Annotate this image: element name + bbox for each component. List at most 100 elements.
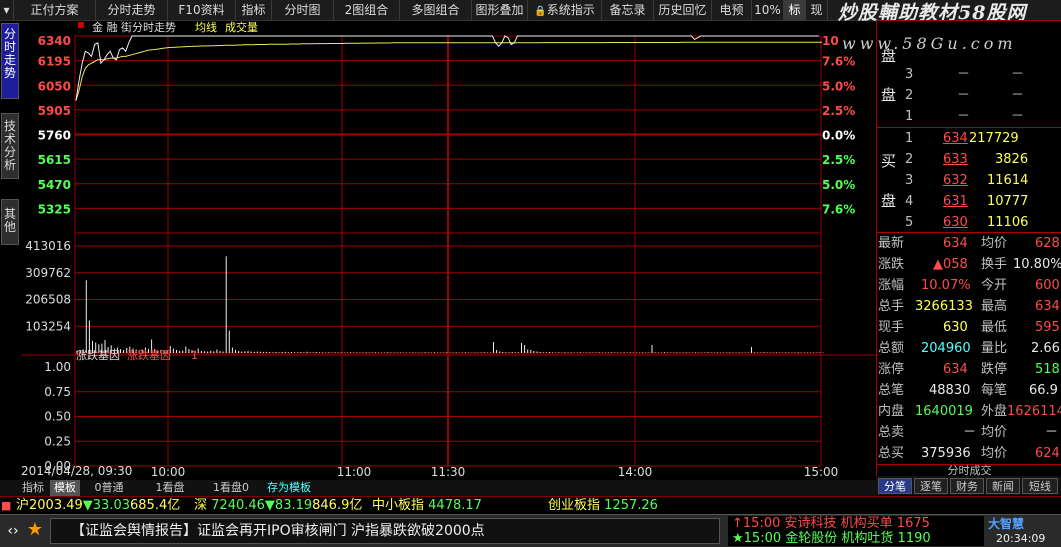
toolbar-button-system[interactable]: 🔒系统指示: [528, 0, 602, 21]
sell-row: 1 －－: [905, 109, 1025, 124]
menu-arrow-icon[interactable]: ▾: [0, 0, 14, 21]
tab-template[interactable]: 模板: [50, 480, 80, 496]
stat-row: 总卖－均价－: [878, 425, 1059, 440]
time-tick: 11:30: [431, 465, 466, 479]
alert-box[interactable]: ↑15:00 安诗科技 机构买单 1675 ★15:00 金轮股份 机构吐货 1…: [728, 516, 984, 546]
toolbar-button-alert[interactable]: 电预: [712, 0, 752, 21]
toolbar-button-indicator[interactable]: 指标: [236, 0, 272, 21]
indicator-name: 涨跌基因: [76, 348, 120, 362]
tab-news[interactable]: 新闻: [986, 478, 1020, 494]
time-tick: 10:00: [151, 465, 186, 479]
buy-row: 2 633 3826: [905, 152, 1029, 167]
indicator-tick: 0.75: [44, 385, 71, 399]
toolbar-button-mark[interactable]: 标: [784, 0, 806, 21]
tab-normal[interactable]: 0普通: [88, 480, 130, 496]
gem-index[interactable]: 创业板指 1257.26: [548, 498, 658, 514]
toolbar-button-memo[interactable]: 备忘录: [602, 0, 654, 21]
buy-row: 5 630 11106: [905, 215, 1029, 230]
indicator-tick: 0.25: [44, 434, 71, 448]
chart-axes: 6340 10 6195 7.6% 6050 5.0% 5905 2.5% 5760 0.0% 56…: [25, 34, 855, 479]
toolbar-button-ratio[interactable]: 10%: [752, 0, 784, 21]
tab-ticks[interactable]: 分笔: [878, 478, 912, 494]
tab-save-template[interactable]: 存为模板: [262, 480, 316, 496]
pct-tick: 7.6%: [822, 202, 855, 216]
quote-panel: 盘 3 －－ 2 －－ 1 －－ 盘 买 盘 1 634 217729 2 633 3826 …: [876, 20, 1061, 477]
volume-tick: 103254: [25, 319, 71, 333]
stat-row: 总笔 48830 每笔 66.9: [878, 383, 1058, 398]
time-tick: 14:00: [618, 465, 653, 479]
toolbar-button-now[interactable]: 现: [806, 0, 828, 21]
tab-trades[interactable]: 逐笔: [914, 478, 948, 494]
news-bar: ‹› ★ 【证监会舆情报告】证监会再开IPO审核闸门 沪指暴跌欲破2000点 ↑…: [0, 514, 1061, 547]
tab-indicator[interactable]: 指标: [18, 480, 48, 496]
volume-bars: [76, 256, 824, 353]
template-tabs: 指标 模板 0普通 1看盘 1看盘0 存为模板: [0, 480, 876, 496]
pct-tick: 2.5%: [822, 104, 855, 118]
toolbar-button-multi-chart[interactable]: 多图组合: [400, 0, 472, 21]
toolbar-button-two-chart[interactable]: 2图组合: [334, 0, 400, 21]
tab-short[interactable]: 短线: [1022, 478, 1058, 494]
side-tab-intraday[interactable]: 分时走势: [1, 23, 19, 99]
stat-row: 现手 630 最低 595: [878, 320, 1060, 335]
toolbar-button-plan[interactable]: 正付方案: [14, 0, 96, 21]
stats-table: 最新 634 均价 628 涨跌 ▲058 换手 10.80% 涨幅 10.07% 今开 600 …: [877, 233, 1061, 464]
intraday-chart[interactable]: 6340 10 6195 7.6% 6050 5.0% 5905 2.5% 5760 0.0% 56…: [21, 21, 876, 491]
stat-row: 涨停 634 跌停 518: [878, 362, 1060, 377]
stat-row: 总额 204960 量比 2.66: [878, 341, 1060, 356]
price-tick: 6340: [38, 34, 71, 48]
buy-row: 1 634 217729: [905, 131, 1019, 146]
pct-tick: 7.6%: [822, 55, 855, 69]
price-tick: 5470: [38, 178, 71, 192]
indicator-tick: 1.00: [44, 360, 71, 374]
buy-row: 4 631 10777: [905, 194, 1029, 209]
volume-tick: 309762: [25, 266, 71, 280]
indicator-value: 1: [191, 349, 198, 362]
buy-book: 买 盘 1 634 217729 2 633 3826 3 632 11614 4 631 10…: [877, 128, 1061, 233]
tab-watch[interactable]: 1看盘: [150, 480, 190, 496]
sell-row: 3 －－: [905, 67, 1025, 82]
nav-arrows-icon[interactable]: ‹›: [2, 520, 24, 542]
chart-grid: [21, 35, 876, 467]
lock-icon: 🔒: [534, 6, 547, 17]
brand-logo: 大智慧: [988, 517, 1025, 531]
star-icon[interactable]: ★: [24, 519, 46, 541]
toolbar-button-intraday-chart[interactable]: 分时图: [272, 0, 334, 21]
toolbar-button-history[interactable]: 历史回忆: [654, 0, 712, 21]
index-bar: ■ 沪2003.49▼33.03685.4亿 深 7240.46▼83.1984…: [0, 496, 1061, 514]
watermark-url: www.58Gu.com: [842, 34, 1017, 53]
toolbar-button-overlay[interactable]: 图形叠加: [472, 0, 528, 21]
right-tabs: 分笔 逐笔 财务 新闻 短线: [876, 476, 1061, 495]
pct-tick: 5.0%: [822, 79, 855, 93]
chart-marker-icon: [78, 22, 84, 28]
price-tick: 5760: [38, 129, 71, 143]
side-tab-other[interactable]: 其他: [1, 199, 19, 245]
sz-index[interactable]: 深 7240.46▼83.19846.9亿: [194, 498, 362, 514]
vol-legend: 成交量: [225, 21, 258, 34]
smb-index[interactable]: 中小板指 4478.17: [372, 498, 482, 514]
toolbar-button-intraday[interactable]: 分时走势: [96, 0, 168, 21]
stat-row: 最新 634 均价 628: [878, 236, 1060, 251]
tab-finance[interactable]: 财务: [950, 478, 984, 494]
sh-index[interactable]: 沪2003.49▼33.03685.4亿: [16, 498, 180, 514]
time-tick: 15:00: [804, 465, 839, 479]
price-tick: 6050: [38, 79, 71, 93]
news-headline[interactable]: 【证监会舆情报告】证监会再开IPO审核闸门 沪指暴跌欲破2000点: [50, 518, 720, 544]
date-label: 2014/04/28, 09:30: [21, 464, 132, 478]
side-tab-technical[interactable]: 技术分析: [1, 113, 19, 179]
indicator-name-2: 涨跌基因: [127, 348, 171, 362]
clock: 20:34:09: [996, 532, 1046, 545]
index-marker-icon: ■: [1, 499, 12, 512]
stat-row: 内盘 1640019 外盘 1626114: [878, 404, 1061, 419]
stat-row: 涨幅 10.07% 今开 600: [878, 278, 1060, 293]
volume-tick: 206508: [25, 293, 71, 307]
avg-legend: 均线: [195, 21, 217, 34]
stat-row: 总买 375936 均价 624: [878, 446, 1060, 461]
pct-tick: 0.0%: [822, 129, 855, 143]
toolbar-button-f10[interactable]: F10资料: [168, 0, 236, 21]
tab-watch0[interactable]: 1看盘0: [208, 480, 254, 496]
pct-tick: 10: [822, 34, 839, 48]
stat-row: 总手 3266133 最高 634: [878, 299, 1060, 314]
sell-row: 2 －－: [905, 88, 1025, 103]
time-tick: 11:00: [337, 465, 372, 479]
buy-row: 3 632 11614: [905, 173, 1029, 188]
